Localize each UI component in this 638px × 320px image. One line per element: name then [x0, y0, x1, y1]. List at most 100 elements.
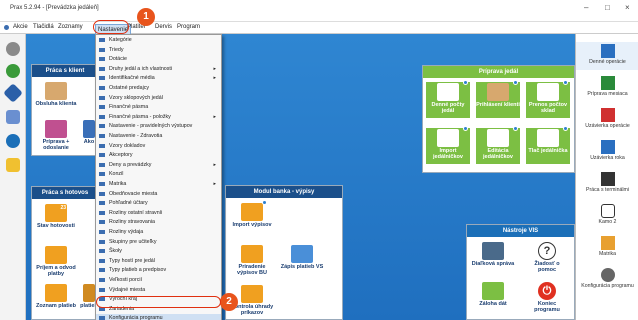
- dropdown-item-label: Typy platieb a predpisov: [109, 267, 167, 274]
- tile-denne-pocty[interactable]: Denné počty jedál: [426, 82, 470, 118]
- badge-jedal-5: [513, 126, 518, 131]
- dropdown-item[interactable]: Konfigurácia programu: [96, 314, 221, 320]
- tile-koniec-programu[interactable]: ⏻ Koniec programu: [525, 281, 569, 317]
- menu-tlacidla[interactable]: Tlačidlá: [33, 24, 54, 30]
- menu-item-icon: [99, 162, 105, 167]
- dropdown-item[interactable]: Konzil: [96, 170, 221, 178]
- dropdown-item[interactable]: Rozliny výdaja: [96, 228, 221, 236]
- menu-akcie[interactable]: Akcie: [13, 24, 28, 30]
- tile-prihlaseni-klienti[interactable]: Prihlásení klienti: [476, 82, 520, 118]
- step-2-badge: 2: [220, 293, 238, 311]
- dropdown-item[interactable]: Obedňovacie miesta: [96, 190, 221, 198]
- dropdown-item[interactable]: Ostatné predajcy: [96, 84, 221, 92]
- help-icon: ?: [538, 242, 556, 260]
- dropdown-item[interactable]: Finančné pásma - položky ▸: [96, 113, 221, 121]
- dropdown-item-label: Škoły: [109, 248, 122, 255]
- menu-item-icon: [99, 201, 105, 206]
- tile-import-vypisov[interactable]: Import výpisov: [230, 202, 274, 238]
- rb-uzavierka-operacie[interactable]: Uzávierka operácie: [576, 106, 638, 134]
- menu-item-icon: [99, 316, 105, 320]
- rb-uzavierka-roka[interactable]: Uzávierka roka: [576, 138, 638, 166]
- dropdown-item[interactable]: Triedy: [96, 46, 221, 54]
- dropdown-item[interactable]: Druhy jedál a ich vlastnosti ▸: [96, 65, 221, 73]
- dropdown-item[interactable]: Dotácie: [96, 55, 221, 63]
- step-1-badge: 1: [137, 8, 155, 26]
- menu-item-icon: [99, 66, 105, 71]
- dropdown-item[interactable]: Identifikačné média ▸: [96, 74, 221, 82]
- coins-icon[interactable]: [6, 134, 20, 148]
- rb-konfiguracia-programu[interactable]: Konfigurácia programu: [576, 266, 638, 294]
- tile-priradenie-vypisov[interactable]: Priradenie výpisov BU: [230, 244, 274, 280]
- dropdown-item[interactable]: Nastavenie - pravidelných výstupov: [96, 122, 221, 130]
- import-icon: [437, 129, 459, 147]
- menu-program[interactable]: Program: [177, 24, 200, 30]
- tray-icon: [437, 83, 459, 101]
- maximize-button[interactable]: □: [605, 3, 610, 12]
- dropdown-item[interactable]: Škoły: [96, 247, 221, 255]
- minimize-button[interactable]: –: [584, 3, 588, 12]
- users-icon[interactable]: [6, 110, 20, 124]
- device-icon: [600, 204, 615, 218]
- highlight-nastavenie: [93, 20, 129, 34]
- tile-zaloha-dat[interactable]: Záloha dát: [471, 281, 515, 317]
- dropdown-item-label: Rozliny výdaja: [109, 229, 144, 235]
- tile-prenos-poctov[interactable]: Prenos počtov sklad: [526, 82, 570, 118]
- dropdown-item[interactable]: Výdajné miesta: [96, 286, 221, 294]
- left-toolbar: [0, 34, 26, 320]
- dropdown-item[interactable]: Skupiny pre učiteľky: [96, 238, 221, 246]
- dropdown-item[interactable]: Kategórie: [96, 36, 221, 44]
- rb-priprava-mesiaca[interactable]: Príprava mesiaca: [576, 74, 638, 102]
- dropdown-item[interactable]: Vzory dokladov: [96, 142, 221, 150]
- dropdown-item-label: Deny a prevádzky: [109, 161, 152, 168]
- rb-praca-s-terminalmi[interactable]: Práca s terminálmi: [576, 170, 638, 198]
- tile-editacia-jedalnickov[interactable]: Editácia jedálničkov: [476, 128, 520, 164]
- dropdown-item-label: Typy hostí pre jedál: [109, 257, 155, 264]
- dropdown-item[interactable]: Rozliny stravovania: [96, 218, 221, 226]
- tools-icon[interactable]: [6, 158, 20, 172]
- dropdown-item-label: Akceptory: [109, 152, 133, 159]
- panel-vis-title: Nástroje VIS: [467, 225, 574, 237]
- close-button[interactable]: ×: [625, 3, 630, 12]
- tile-stav-hotovosti[interactable]: 23 Stav hotovosti: [34, 203, 78, 239]
- tile-prijem-odvod[interactable]: Príjem a odvod platby: [34, 245, 78, 281]
- magnifier-icon: [241, 285, 263, 303]
- dropdown-item[interactable]: Veľkosti porcií: [96, 276, 221, 284]
- dropdown-item[interactable]: Typy hostí pre jedál: [96, 257, 221, 265]
- rb-denne-operacie[interactable]: Denné operácie: [576, 42, 638, 70]
- rb-matrika[interactable]: Matrika: [576, 234, 638, 262]
- menu-item-icon: [99, 278, 105, 282]
- tile-import-jedalnickov[interactable]: Import jedálničkov: [426, 128, 470, 164]
- tile-priprava-odoslanie[interactable]: Príprava + odoslanie: [34, 119, 78, 155]
- rb-kamo-2[interactable]: Kamo 2: [576, 202, 638, 230]
- menu-dervis[interactable]: Dervis: [155, 24, 172, 30]
- title-bar: Prax 5.2.94 - [Prevádzka jedáleň] – □ ×: [0, 0, 638, 22]
- tile-tlac-jedalnicka[interactable]: Tlač jedálnička: [526, 128, 570, 164]
- menu-item-icon: [99, 191, 105, 196]
- menu-item-icon: [99, 268, 105, 273]
- panel-banka-title: Modul banka - výpisy: [226, 186, 342, 198]
- app-menu-icon[interactable]: [4, 25, 9, 30]
- tile-obsluha-klienta[interactable]: Obsluha klienta: [34, 81, 78, 117]
- menu-item-icon: [99, 239, 105, 244]
- dropdown-item[interactable]: Typy platieb a predpisov: [96, 266, 221, 274]
- dropdown-item[interactable]: Akceptory: [96, 151, 221, 159]
- dropdown-item[interactable]: Deny a prevádzky ▸: [96, 161, 221, 169]
- tile-zoznam-platieb[interactable]: Zoznam platieb: [34, 283, 78, 319]
- menu-zoznamy[interactable]: Zoznamy: [58, 24, 83, 30]
- settings-gear-icon[interactable]: [6, 42, 20, 56]
- download-arrow-icon[interactable]: [6, 64, 20, 78]
- dropdown-item-label: Nastavenie - Zdravotia: [109, 133, 163, 139]
- dropdown-item[interactable]: Pohľadné účtary: [96, 199, 221, 207]
- dropdown-item-label: Kategórie: [109, 37, 132, 43]
- tile-dialkova-sprava[interactable]: Diaľková správa: [471, 241, 515, 277]
- dropdown-item[interactable]: Matrika ▸: [96, 180, 221, 188]
- menu-item-icon: [99, 105, 105, 110]
- dropdown-item[interactable]: Finančné pásma: [96, 103, 221, 111]
- diamond-icon[interactable]: [3, 83, 23, 103]
- menu-item-icon: [99, 182, 105, 186]
- dropdown-item[interactable]: Rozliny ostatní stravníi: [96, 209, 221, 217]
- dropdown-item[interactable]: Nastavenie - Zdravotia: [96, 132, 221, 140]
- tile-zapis-platieb[interactable]: Zápis platieb VS: [280, 244, 324, 280]
- dropdown-item[interactable]: Vzory sklopových jedál: [96, 94, 221, 102]
- tile-ziadost-pomoc[interactable]: ? Žiadosť o pomoc: [525, 241, 569, 277]
